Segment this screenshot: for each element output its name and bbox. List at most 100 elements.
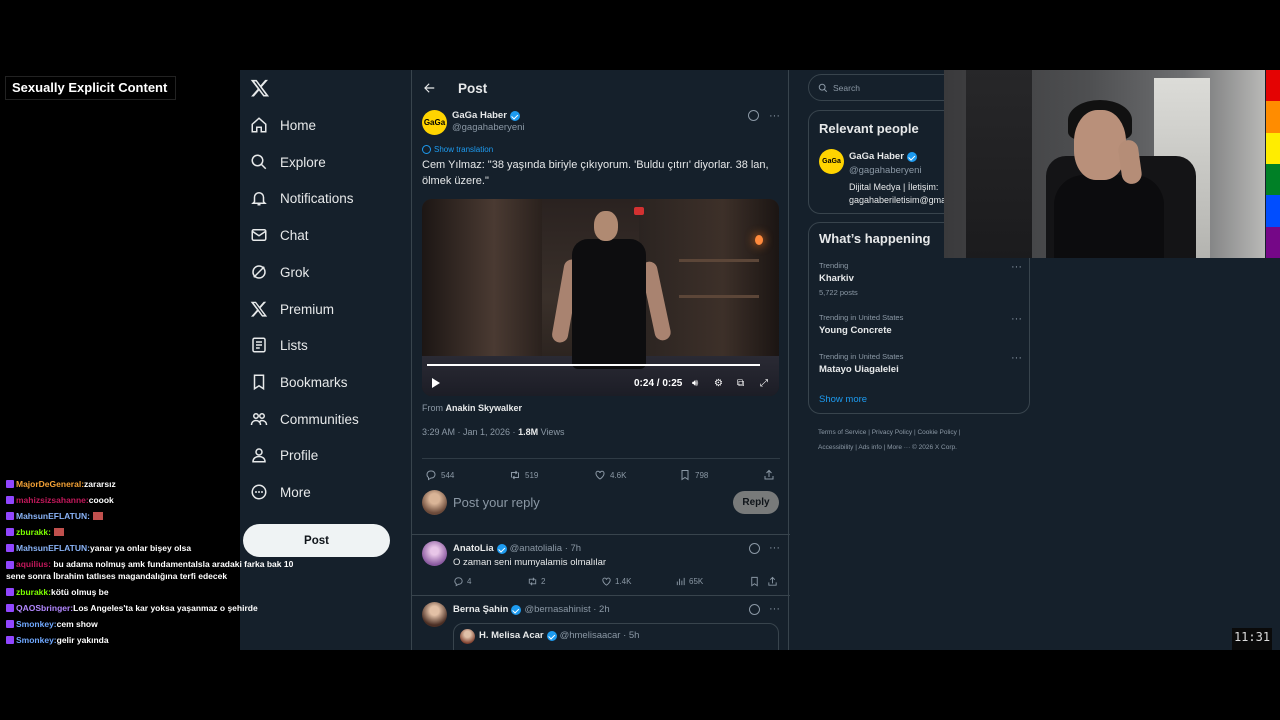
reply-tweet[interactable]: AnatoLia @anatolialia · 7h ··· O zaman se… xyxy=(412,536,790,596)
sidebar-item-home[interactable]: Home xyxy=(250,110,316,140)
show-translation-link[interactable]: Show translation xyxy=(422,145,780,154)
sidebar-item-communities[interactable]: Communities xyxy=(250,404,359,434)
x-logo-icon[interactable] xyxy=(250,78,270,98)
trend-title: Young Concrete xyxy=(819,325,892,336)
sidebar-item-profile[interactable]: Profile xyxy=(250,440,318,470)
bookmark-action[interactable]: 798 xyxy=(679,469,708,481)
bookmark-count: 798 xyxy=(695,470,709,480)
chat-username[interactable]: zburakk: xyxy=(16,584,51,600)
rainbow-stripe xyxy=(1266,70,1280,258)
avatar[interactable] xyxy=(422,541,447,566)
sidebar-item-notifications[interactable]: Notifications xyxy=(250,183,354,213)
author-handle[interactable]: @gagahaberyeni xyxy=(452,122,525,133)
reply-action[interactable]: 4 xyxy=(453,576,471,587)
settings-icon[interactable]: ⚙ xyxy=(714,378,723,389)
chat-username[interactable]: MahsunEFLATUN: xyxy=(16,540,90,556)
grok-icon[interactable] xyxy=(749,542,760,554)
sidebar-item-premium[interactable]: Premium xyxy=(250,294,334,324)
whats-happening-title: What’s happening xyxy=(819,231,931,246)
share-action[interactable] xyxy=(767,576,781,587)
chat-username[interactable]: Smonkey: xyxy=(16,616,57,632)
avatar[interactable] xyxy=(422,490,447,515)
tweet-timestamp[interactable]: 3:29 AM · Jan 1, 2026 · xyxy=(422,427,518,437)
sidebar-item-label: Grok xyxy=(280,264,310,280)
sidebar-item-grok[interactable]: Grok xyxy=(250,257,309,287)
avatar[interactable] xyxy=(460,629,475,644)
like-action[interactable]: 4.6K xyxy=(594,469,626,481)
repost-action[interactable]: 2 xyxy=(527,576,545,587)
verified-badge-icon xyxy=(906,151,917,162)
more-options-icon[interactable]: ··· xyxy=(1011,313,1022,325)
trend-item[interactable]: Trending Kharkiv 5,722 posts ··· xyxy=(819,261,1024,297)
sidebar-item-lists[interactable]: Lists xyxy=(250,330,308,360)
avatar[interactable] xyxy=(422,602,447,627)
video-player[interactable]: 0:24 / 0:25 🔊︎ ⚙ ⧉ ⤢ xyxy=(422,199,779,396)
reply-author-name[interactable]: Berna Şahin xyxy=(453,604,508,615)
sidebar-item-explore[interactable]: Explore xyxy=(250,147,326,177)
sidebar-item-label: Bookmarks xyxy=(280,374,348,390)
list-icon xyxy=(252,337,266,353)
reply-tweet[interactable]: Berna Şahin @bernasahinist · 2h ··· H. Me… xyxy=(412,597,790,650)
chat-username[interactable]: QAOSbringer: xyxy=(16,600,73,616)
more-options-icon[interactable]: ··· xyxy=(769,110,780,122)
grok-icon[interactable] xyxy=(749,603,760,615)
pip-icon[interactable]: ⧉ xyxy=(737,378,744,389)
play-icon[interactable] xyxy=(432,378,440,388)
heart-icon xyxy=(595,470,605,480)
more-options-icon[interactable]: ··· xyxy=(1011,352,1022,364)
chat-username[interactable]: Smonkey: xyxy=(16,632,57,648)
video-shelf xyxy=(679,259,759,262)
chat-username[interactable]: zburakk: xyxy=(16,524,51,540)
chat-text: yanar ya onlar bişey olsa xyxy=(89,543,192,553)
author-name[interactable]: GaGa Haber xyxy=(452,110,507,121)
chat-badge-icon xyxy=(6,560,14,569)
video-progress-bar[interactable] xyxy=(427,364,761,366)
quote-author-name[interactable]: H. Melisa Acar xyxy=(479,630,544,641)
person-handle[interactable]: @gagahaberyeni xyxy=(849,165,922,176)
volume-icon[interactable]: 🔊︎ xyxy=(692,378,698,389)
bookmark-action[interactable] xyxy=(749,576,763,587)
footer-line[interactable]: Terms of Service | Privacy Policy | Cook… xyxy=(818,425,1033,440)
sidebar-item-more[interactable]: More xyxy=(250,477,311,507)
more-options-icon[interactable]: ··· xyxy=(1011,261,1022,273)
chat-username[interactable]: mahizsizsahanne: xyxy=(16,492,89,508)
reply-author-handle[interactable]: @bernasahinist · 2h xyxy=(524,604,609,615)
back-arrow-icon[interactable] xyxy=(422,81,436,95)
reply-action[interactable]: 544 xyxy=(425,469,454,481)
more-options-icon[interactable]: ··· xyxy=(769,542,780,554)
reply-text: O zaman seni mumyalamis olmalılar xyxy=(453,557,607,568)
quoted-tweet[interactable]: H. Melisa Acar @hmelisaacar · 5h xyxy=(453,623,779,650)
chat-username[interactable]: MahsunEFLATUN: xyxy=(16,508,90,524)
more-options-icon[interactable]: ··· xyxy=(769,603,780,615)
quote-author-handle[interactable]: @hmelisaacar · 5h xyxy=(560,630,640,641)
reply-button[interactable]: Reply xyxy=(733,491,779,514)
trend-item[interactable]: Trending in United States Young Concrete… xyxy=(819,313,1024,336)
from-source-link[interactable]: Anakin Skywalker xyxy=(446,403,523,413)
fullscreen-icon[interactable]: ⤢ xyxy=(760,378,768,389)
show-more-link[interactable]: Show more xyxy=(819,394,867,405)
sidebar-item-label: Home xyxy=(280,117,317,133)
post-button[interactable]: Post xyxy=(243,524,390,557)
footer-line[interactable]: Accessibility | Ads info | More ··· © 20… xyxy=(818,440,1033,455)
share-action[interactable] xyxy=(763,469,779,481)
chat-username[interactable]: aquilius: xyxy=(16,559,51,569)
grok-icon[interactable] xyxy=(748,110,759,121)
sidebar-item-chat[interactable]: Chat xyxy=(250,220,309,250)
reply-author-handle[interactable]: @anatolialia · 7h xyxy=(510,543,581,554)
chat-username[interactable]: MajorDeGeneral: xyxy=(16,476,84,492)
relevant-people-title: Relevant people xyxy=(819,121,919,136)
reply-input[interactable]: Post your reply xyxy=(453,495,540,510)
views-action[interactable]: 65K xyxy=(675,576,703,587)
page-title: Post xyxy=(458,80,488,96)
sidebar-item-bookmarks[interactable]: Bookmarks xyxy=(250,367,348,397)
avatar[interactable]: GaGa xyxy=(422,110,447,135)
video-person xyxy=(572,239,646,369)
avatar[interactable]: GaGa xyxy=(819,149,844,174)
reply-author-name[interactable]: AnatoLia xyxy=(453,543,494,554)
person-name[interactable]: GaGa Haber xyxy=(849,151,904,162)
communities-icon xyxy=(250,413,268,426)
trend-context: Trending xyxy=(819,261,849,270)
trend-item[interactable]: Trending in United States Matayo Uiagale… xyxy=(819,352,1024,375)
like-action[interactable]: 1.4K xyxy=(601,576,631,587)
repost-action[interactable]: 519 xyxy=(509,469,538,481)
